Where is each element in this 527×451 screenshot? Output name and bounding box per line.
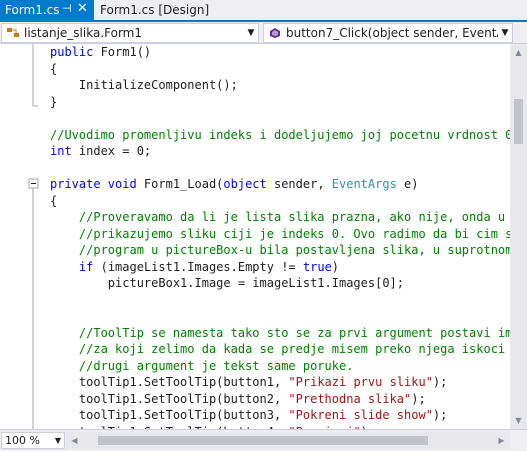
horizontal-scrollbar[interactable]: ◀ ▶ bbox=[66, 432, 510, 449]
code-token: e) bbox=[404, 177, 419, 191]
vertical-scroll-thumb[interactable] bbox=[514, 99, 523, 144]
code-line[interactable]: //Proveravamo da li je lista slika prazn… bbox=[50, 209, 510, 226]
code-token: toolTip1.SetToolTip(button3, bbox=[50, 408, 289, 422]
code-token: sender, bbox=[273, 177, 332, 191]
code-line[interactable]: toolTip1.SetToolTip(button1, "Prikazi pr… bbox=[50, 374, 510, 391]
navigation-bar: listanje_slika.Form1 ▼ button7_Click(obj… bbox=[0, 22, 527, 58]
tab-form1-design[interactable]: Form1.cs [Design] bbox=[95, 0, 209, 20]
vertical-scrollbar[interactable]: ▲ ▼ bbox=[510, 44, 527, 429]
code-token: //drugi argument je tekst same poruke. bbox=[50, 358, 354, 373]
code-token: InitializeComponent(); bbox=[50, 78, 238, 92]
change-tracking-bar bbox=[21, 44, 25, 429]
chevron-down-icon: ▼ bbox=[247, 28, 255, 38]
code-line[interactable]: } bbox=[50, 94, 510, 111]
code-line[interactable]: int index = 0; bbox=[50, 143, 510, 160]
code-line[interactable]: //Uvodimo promenljivu indeks i dodeljuje… bbox=[50, 127, 510, 144]
horizontal-scroll-thumb[interactable] bbox=[98, 436, 428, 445]
code-token: { bbox=[50, 193, 58, 208]
code-token: toolTip1.SetToolTip(button1, bbox=[50, 375, 289, 389]
code-token: Form1_Load( bbox=[143, 177, 224, 191]
code-editor[interactable]: public Form1(){ InitializeComponent();} … bbox=[0, 44, 510, 429]
code-token: private void bbox=[50, 177, 144, 191]
code-token: //Uvodimo promenljivu indeks i dodeljuje… bbox=[50, 127, 510, 142]
code-line[interactable]: toolTip1.SetToolTip(button2, "Prethodna … bbox=[50, 391, 510, 408]
code-line[interactable]: pictureBox1.Image = imageList1.Images[0]… bbox=[50, 275, 510, 292]
code-token: EventArgs bbox=[331, 177, 405, 191]
code-token: pictureBox1.Image = imageList1.Images[0]… bbox=[50, 276, 405, 290]
scrollbar-corner bbox=[510, 431, 527, 451]
chevron-down-icon: ▼ bbox=[501, 28, 509, 38]
code-token: ) bbox=[331, 259, 340, 274]
code-token: Form1() bbox=[100, 45, 152, 59]
code-line[interactable] bbox=[50, 110, 510, 127]
code-line[interactable]: //drugi argument je tekst same poruke. bbox=[50, 358, 510, 375]
code-token: toolTip1.SetToolTip(button2, bbox=[50, 391, 289, 406]
code-token: { bbox=[50, 61, 58, 76]
code-line[interactable]: if (imageList1.Images.Empty != true) bbox=[50, 259, 510, 276]
code-token: true bbox=[302, 259, 332, 274]
code-token: } bbox=[50, 94, 58, 109]
scroll-left-icon[interactable]: ◀ bbox=[66, 432, 83, 449]
code-line[interactable]: //prikazujemo sliku ciji je indeks 0. Ov… bbox=[50, 226, 510, 243]
code-line[interactable]: //program u pictureBox-u bila postavljen… bbox=[50, 242, 510, 259]
code-token: object bbox=[223, 177, 274, 191]
indicator-margin[interactable] bbox=[0, 44, 20, 429]
code-token: //program u pictureBox-u bila postavljen… bbox=[50, 243, 510, 257]
pin-icon[interactable]: ⊣ bbox=[62, 2, 72, 15]
code-token: "Prikazi prvu sliku" bbox=[288, 375, 433, 389]
code-line[interactable]: { bbox=[50, 193, 510, 210]
code-token: "Prethodna slika" bbox=[288, 391, 412, 406]
code-line[interactable]: public Form1() bbox=[50, 44, 510, 61]
code-line[interactable]: //za koji zelimo da kada se predje misem… bbox=[50, 341, 510, 358]
code-line[interactable]: toolTip1.SetToolTip(button3, "Pokreni sl… bbox=[50, 407, 510, 424]
class-dropdown-label: listanje_slika.Form1 bbox=[24, 26, 142, 40]
code-token: int bbox=[50, 144, 79, 158]
code-token: index = 0; bbox=[78, 144, 152, 158]
code-token: //ToolTip se namesta tako sto se za prvi… bbox=[50, 325, 510, 340]
code-token: "Pokreni slide show" bbox=[288, 408, 433, 422]
zoom-level: 100 % bbox=[5, 434, 40, 447]
code-token: if bbox=[78, 259, 101, 274]
chevron-down-icon: ▼ bbox=[54, 436, 61, 445]
member-dropdown-label: button7_Click(object sender, EventArgs e… bbox=[286, 26, 498, 40]
class-icon bbox=[5, 25, 21, 41]
code-token: //prikazujemo sliku ciji je indeks 0. Ov… bbox=[50, 226, 510, 241]
code-line[interactable]: InitializeComponent(); bbox=[50, 77, 510, 94]
scroll-down-icon[interactable]: ▼ bbox=[510, 412, 527, 429]
code-line[interactable]: private void Form1_Load(object sender, E… bbox=[50, 176, 510, 193]
code-line[interactable]: { bbox=[50, 61, 510, 78]
code-token: ); bbox=[411, 391, 426, 406]
code-line[interactable]: //ToolTip se namesta tako sto se za prvi… bbox=[50, 325, 510, 342]
scroll-right-icon[interactable]: ▶ bbox=[493, 432, 510, 449]
code-line[interactable] bbox=[50, 292, 510, 309]
zoom-dropdown[interactable]: 100 % ▼ bbox=[1, 432, 65, 449]
tab-label: Form1.cs bbox=[5, 3, 60, 17]
code-line[interactable] bbox=[50, 308, 510, 325]
outlining-margin[interactable] bbox=[26, 44, 40, 429]
method-icon bbox=[267, 25, 283, 41]
code-token: //za koji zelimo da kada se predje misem… bbox=[50, 342, 510, 356]
code-text[interactable]: public Form1(){ InitializeComponent();} … bbox=[50, 44, 510, 429]
scroll-up-icon[interactable]: ▲ bbox=[510, 44, 527, 61]
code-token: ); bbox=[432, 375, 448, 389]
member-dropdown[interactable]: button7_Click(object sender, EventArgs e… bbox=[263, 23, 513, 43]
close-icon[interactable]: ✕ bbox=[77, 1, 88, 16]
code-token: ); bbox=[432, 408, 448, 422]
code-token: //Proveravamo da li je lista slika prazn… bbox=[50, 210, 510, 224]
editor-bottom-bar: 100 % ▼ ◀ ▶ bbox=[0, 429, 527, 451]
code-token: (imageList1.Images.Empty != bbox=[100, 259, 303, 274]
tab-form1-cs[interactable]: Form1.cs ⊣ ✕ bbox=[0, 0, 94, 20]
tab-label: Form1.cs [Design] bbox=[100, 3, 210, 17]
class-dropdown[interactable]: listanje_slika.Form1 ▼ bbox=[1, 23, 259, 43]
document-tab-strip: Form1.cs ⊣ ✕ Form1.cs [Design] bbox=[0, 0, 527, 22]
code-line[interactable] bbox=[50, 160, 510, 177]
code-token: public bbox=[50, 45, 101, 59]
